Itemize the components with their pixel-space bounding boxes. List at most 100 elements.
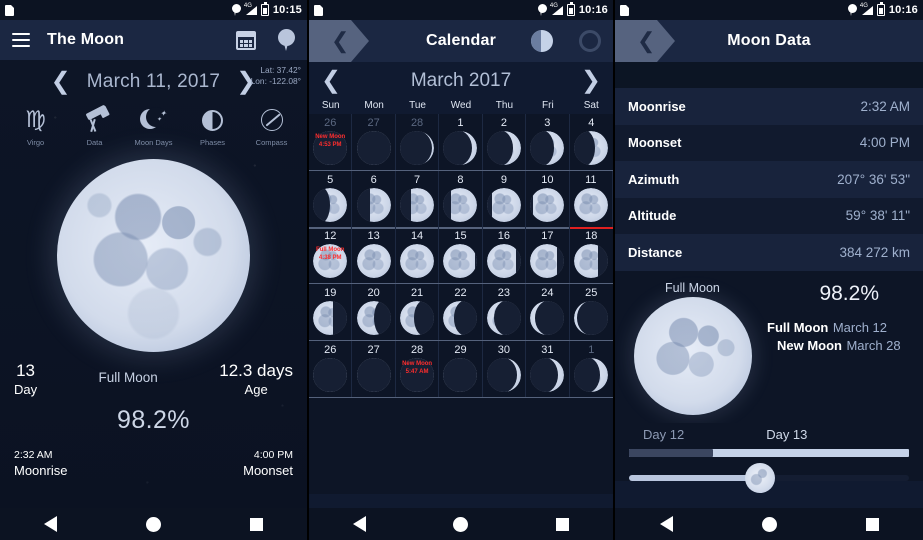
day-number: 28: [410, 117, 424, 129]
row-key: Distance: [628, 244, 683, 260]
calendar-week-row: 26 27 28 New Moon 5:47 AM 29 30 31 1: [309, 341, 613, 398]
illumination-value: 98.2%: [819, 281, 879, 305]
calendar-day-cell[interactable]: 10: [526, 171, 570, 227]
calendar-day-cell[interactable]: 5: [309, 171, 353, 227]
quick-item-virgo[interactable]: ♍ Virgo: [8, 106, 64, 147]
calendar-day-cell[interactable]: 4: [570, 114, 613, 170]
calendar-day-cell[interactable]: 18: [570, 227, 613, 283]
dial-icon[interactable]: [579, 30, 601, 52]
home-circle-icon[interactable]: [145, 516, 161, 532]
calendar-day-cell[interactable]: 8: [439, 171, 483, 227]
moon-phase-icon: [530, 188, 565, 222]
calendar-day-cell[interactable]: 7: [396, 171, 440, 227]
calendar-day-cell[interactable]: 12 Full Moon 4:38 PM: [309, 227, 353, 283]
calendar-day-cell[interactable]: 1: [439, 114, 483, 170]
home-circle-icon[interactable]: [453, 516, 469, 532]
day-number: 5: [327, 174, 334, 186]
calendar-day-cell[interactable]: 24: [526, 284, 570, 340]
calendar-day-cell[interactable]: 26: [309, 341, 353, 397]
calendar-day-cell[interactable]: 14: [396, 227, 440, 283]
spacer: [615, 62, 923, 88]
prev-month-button[interactable]: ❮: [321, 69, 341, 93]
calendar-day-cell[interactable]: 21: [396, 284, 440, 340]
moon-phase-icon: [574, 358, 609, 392]
calendar-day-cell[interactable]: 1: [570, 341, 613, 397]
calendar-day-cell[interactable]: 20: [352, 284, 396, 340]
calendar-day-cell[interactable]: 22: [439, 284, 483, 340]
quick-item-data[interactable]: Data: [67, 104, 123, 147]
row-value: 2:32 AM: [860, 98, 910, 114]
moon-phase-icon: [486, 131, 521, 165]
calendar-day-cell[interactable]: 23: [483, 284, 527, 340]
age-stat: 12.3 days Age: [219, 361, 293, 397]
virgo-zodiac-icon: ♍: [25, 106, 46, 133]
calendar-day-cell[interactable]: 3: [526, 114, 570, 170]
illumination-value: 98.2%: [117, 406, 190, 434]
day-value: 13: [16, 361, 36, 380]
row-key: Altitude: [628, 208, 677, 224]
calendar-icon[interactable]: [236, 30, 256, 50]
moon-phase-icon: [530, 131, 565, 165]
battery-icon: [566, 2, 575, 16]
page-title: Calendar: [425, 32, 497, 49]
prev-day-button[interactable]: ❮: [51, 70, 71, 94]
day-number: 26: [324, 117, 337, 129]
calendar-day-cell[interactable]: 17: [526, 227, 570, 283]
day-number: 1: [457, 117, 464, 129]
day-progress-bar[interactable]: [629, 448, 909, 457]
moon-phase-icon[interactable]: [531, 30, 553, 52]
status-bar: 4G 10:15: [0, 0, 307, 20]
back-button[interactable]: ❮: [615, 20, 675, 62]
calendar-day-cell[interactable]: 9: [483, 171, 527, 227]
recents-square-icon[interactable]: [556, 517, 570, 531]
signal-bars-icon: [861, 6, 873, 15]
signal-bars-icon: [245, 6, 257, 15]
calendar-day-cell[interactable]: 27: [352, 341, 396, 397]
phase-name-label: Full Moon: [98, 370, 158, 385]
next-month-button[interactable]: ❯: [581, 69, 601, 93]
calendar-week-row: 26 New Moon 4:53 PM 27 28 1 2 3 4: [309, 114, 613, 171]
calendar-day-cell[interactable]: 15: [439, 227, 483, 283]
calendar-day-cell[interactable]: 27: [352, 114, 396, 170]
calendar-week-row: 12 Full Moon 4:38 PM 13 14 15 16 17 18: [309, 227, 613, 284]
calendar-day-cell[interactable]: 28 New Moon 5:47 AM: [396, 341, 440, 397]
location-pin-icon[interactable]: [278, 29, 295, 51]
quick-item-label: Data: [86, 138, 103, 147]
menu-icon[interactable]: [12, 33, 30, 47]
calendar-day-cell[interactable]: 2: [483, 114, 527, 170]
moon-phase-icon: [356, 244, 391, 278]
calendar-day-cell[interactable]: 31: [526, 341, 570, 397]
calendar-day-cell[interactable]: 16: [483, 227, 527, 283]
calendar-day-cell[interactable]: 25: [570, 284, 613, 340]
calendar-day-cell[interactable]: 11: [570, 171, 613, 227]
moon-phase-icon: [443, 188, 478, 222]
row-value: 384 272 km: [839, 244, 910, 260]
time-slider[interactable]: [629, 462, 909, 493]
recents-square-icon[interactable]: [865, 517, 879, 531]
recents-square-icon[interactable]: [249, 517, 263, 531]
back-button[interactable]: ❮: [309, 20, 369, 62]
moon-phase-icon: [313, 188, 348, 222]
moon-stats: 13 Day Full Moon 12.3 days Age 98.2% 2:3…: [0, 361, 307, 478]
calendar-day-cell[interactable]: 29: [439, 341, 483, 397]
quick-item-label: Virgo: [26, 138, 45, 147]
quick-item-phases[interactable]: Phases: [185, 106, 241, 147]
calendar-day-cell[interactable]: 28: [396, 114, 440, 170]
slider-handle-moon-icon[interactable]: [745, 462, 776, 493]
panel-the-moon: 4G 10:15 The Moon ❮ March 11, 2017 ❯ Lat…: [0, 0, 307, 540]
calendar-day-cell[interactable]: 26 New Moon 4:53 PM: [309, 114, 353, 170]
back-triangle-icon[interactable]: [659, 516, 673, 532]
home-circle-icon[interactable]: [761, 516, 777, 532]
quick-item-moon-days[interactable]: ✦ ✦ Moon Days: [126, 106, 182, 147]
back-triangle-icon[interactable]: [44, 516, 58, 532]
quick-item-compass[interactable]: Compass: [244, 106, 300, 147]
moon-phase-icon: [400, 131, 435, 165]
coordinates: Lat: 37.42° Lon: -122.08°: [251, 65, 301, 87]
sim-card-icon: [314, 4, 323, 16]
calendar-day-cell[interactable]: 13: [352, 227, 396, 283]
calendar-day-cell[interactable]: 30: [483, 341, 527, 397]
calendar-day-cell[interactable]: 6: [352, 171, 396, 227]
back-triangle-icon[interactable]: [352, 516, 366, 532]
calendar-day-cell[interactable]: 19: [309, 284, 353, 340]
day-number: 3: [544, 117, 551, 129]
